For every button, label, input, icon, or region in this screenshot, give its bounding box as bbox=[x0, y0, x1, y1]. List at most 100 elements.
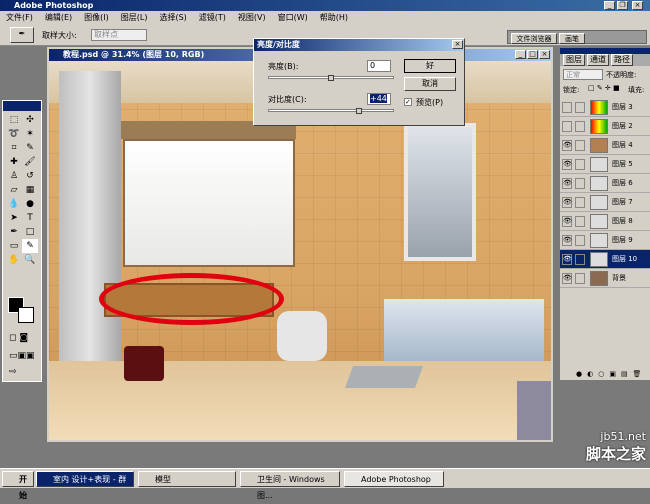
eye-icon[interactable]: 👁 bbox=[562, 216, 572, 227]
link-toggle[interactable] bbox=[575, 102, 585, 113]
brush-tool-icon[interactable]: 🖌 bbox=[22, 155, 38, 169]
menu-help[interactable]: 帮助(H) bbox=[320, 11, 348, 24]
menu-window[interactable]: 窗口(W) bbox=[278, 11, 308, 24]
link-toggle[interactable] bbox=[575, 235, 585, 246]
screen-mode-icon[interactable]: ▭▣▣ bbox=[9, 351, 37, 363]
history-brush-icon[interactable]: ↺ bbox=[22, 169, 38, 183]
lasso-tool-icon[interactable]: ➰ bbox=[6, 127, 22, 141]
contrast-slider-thumb[interactable] bbox=[355, 108, 362, 114]
link-toggle[interactable] bbox=[575, 273, 585, 284]
dialog-close-button[interactable]: × bbox=[452, 40, 463, 49]
eye-icon[interactable]: 👁 bbox=[562, 235, 572, 246]
layer-row[interactable]: 图层 3 bbox=[560, 98, 650, 117]
layer-row[interactable]: 👁 图层 7 bbox=[560, 193, 650, 212]
path-select-icon[interactable]: ➤ bbox=[6, 211, 22, 225]
brightness-slider-thumb[interactable] bbox=[328, 75, 334, 81]
close-button[interactable]: × bbox=[632, 1, 643, 10]
eye-icon[interactable] bbox=[562, 121, 572, 132]
layers-palette: 图层 通道 路径 正常 不透明度: 锁定: □ ✎ ✛ ■ 填充: 图层 3 图层… bbox=[560, 48, 650, 380]
tab-channels[interactable]: 通道 bbox=[587, 54, 609, 66]
link-toggle[interactable] bbox=[575, 254, 585, 265]
blur-tool-icon[interactable]: 💧 bbox=[6, 197, 22, 211]
layer-thumbnail bbox=[590, 119, 608, 134]
link-toggle[interactable] bbox=[575, 216, 585, 227]
layer-row[interactable]: 👁 图层 6 bbox=[560, 174, 650, 193]
menu-layer[interactable]: 图层(L) bbox=[121, 11, 148, 24]
restore-button[interactable]: ❐ bbox=[617, 1, 628, 10]
task-qq-group[interactable]: 室内 设计+表现 - 群 bbox=[36, 471, 134, 487]
link-toggle[interactable] bbox=[575, 121, 585, 132]
eye-icon[interactable]: 👁 bbox=[562, 159, 572, 170]
link-toggle[interactable] bbox=[575, 140, 585, 151]
cancel-button[interactable]: 取消 bbox=[404, 77, 456, 91]
gradient-tool-icon[interactable]: ▦ bbox=[22, 183, 38, 197]
notes-tool-icon[interactable]: ▭ bbox=[6, 239, 22, 253]
sample-size-select[interactable]: 取样点 bbox=[91, 29, 147, 41]
task-folder-models[interactable]: 模型 bbox=[138, 471, 236, 487]
eye-icon[interactable]: 👁 bbox=[562, 140, 572, 151]
eraser-tool-icon[interactable]: ▱ bbox=[6, 183, 22, 197]
layer-row[interactable]: 👁 图层 4 bbox=[560, 136, 650, 155]
stamp-tool-icon[interactable]: ♙ bbox=[6, 169, 22, 183]
tab-paths[interactable]: 路径 bbox=[611, 54, 633, 66]
eyedropper-tool-preset[interactable]: ✒ bbox=[10, 27, 34, 43]
layer-buttons[interactable]: ●◐○▣▤🗑 bbox=[560, 370, 650, 380]
menu-edit[interactable]: 编辑(E) bbox=[45, 11, 72, 24]
marquee-tool-icon[interactable]: ⬚ bbox=[6, 113, 22, 127]
eye-icon[interactable]: 👁 bbox=[562, 254, 572, 265]
doc-maximize-button[interactable]: □ bbox=[527, 50, 538, 59]
shape-tool-icon[interactable]: □ bbox=[22, 225, 38, 239]
layer-row[interactable]: 👁 图层 9 bbox=[560, 231, 650, 250]
task-photoshop[interactable]: Adobe Photoshop bbox=[344, 471, 444, 487]
window bbox=[404, 123, 476, 261]
minimize-button[interactable]: _ bbox=[604, 1, 615, 10]
healing-brush-icon[interactable]: ✚ bbox=[6, 155, 22, 169]
layer-row[interactable]: 图层 2 bbox=[560, 117, 650, 136]
menu-image[interactable]: 图像(I) bbox=[84, 11, 109, 24]
eye-icon[interactable] bbox=[562, 102, 572, 113]
layer-row[interactable]: 👁 图层 8 bbox=[560, 212, 650, 231]
dodge-tool-icon[interactable]: ● bbox=[22, 197, 38, 211]
brightness-input[interactable]: 0 bbox=[367, 60, 391, 72]
lock-icons[interactable]: □ ✎ ✛ ■ bbox=[588, 84, 620, 92]
preview-checkbox[interactable]: ✓ bbox=[404, 98, 412, 106]
tab-layers[interactable]: 图层 bbox=[563, 54, 585, 66]
background-color-swatch[interactable] bbox=[18, 307, 34, 323]
menu-select[interactable]: 选择(S) bbox=[159, 11, 186, 24]
tab-brushes[interactable]: 画笔 bbox=[559, 33, 585, 44]
doc-close-button[interactable]: × bbox=[539, 50, 550, 59]
slice-tool-icon[interactable]: ✎ bbox=[22, 141, 38, 155]
layer-row[interactable]: 👁 图层 5 bbox=[560, 155, 650, 174]
jump-to-imageready-icon[interactable]: ⇨ bbox=[9, 367, 37, 379]
eyedropper-tool-icon[interactable]: ✎ bbox=[22, 239, 38, 253]
hand-tool-icon[interactable]: ✋ bbox=[6, 253, 22, 267]
contrast-input[interactable]: +44 bbox=[367, 93, 391, 105]
layer-name: 图层 9 bbox=[612, 236, 633, 244]
doc-minimize-button[interactable]: _ bbox=[515, 50, 526, 59]
tab-file-browser[interactable]: 文件浏览器 bbox=[511, 33, 557, 44]
link-toggle[interactable] bbox=[575, 178, 585, 189]
blend-mode-select[interactable]: 正常 bbox=[563, 69, 603, 80]
menu-file[interactable]: 文件(F) bbox=[6, 11, 33, 24]
ok-button[interactable]: 好 bbox=[404, 59, 456, 73]
start-button[interactable]: 开始 bbox=[2, 471, 34, 500]
link-toggle[interactable] bbox=[575, 159, 585, 170]
menu-filter[interactable]: 滤镜(T) bbox=[199, 11, 226, 24]
crop-tool-icon[interactable]: ⌗ bbox=[6, 141, 22, 155]
pen-tool-icon[interactable]: ✒ bbox=[6, 225, 22, 239]
quick-mask-icon[interactable]: ◻ ◙ bbox=[9, 333, 37, 345]
contrast-slider[interactable] bbox=[268, 109, 394, 112]
layer-row[interactable]: 👁 图层 10 bbox=[560, 250, 650, 269]
magic-wand-icon[interactable]: ✶ bbox=[22, 127, 38, 141]
zoom-tool-icon[interactable]: 🔍 bbox=[22, 253, 38, 267]
eye-icon[interactable]: 👁 bbox=[562, 178, 572, 189]
task-image-viewer[interactable]: 卫生间 - Windows 图... bbox=[240, 471, 340, 500]
layer-name: 图层 7 bbox=[612, 198, 633, 206]
link-toggle[interactable] bbox=[575, 197, 585, 208]
layer-row[interactable]: 👁 背景 bbox=[560, 269, 650, 288]
eye-icon[interactable]: 👁 bbox=[562, 197, 572, 208]
menu-view[interactable]: 视图(V) bbox=[238, 11, 266, 24]
type-tool-icon[interactable]: T bbox=[22, 211, 38, 225]
eye-icon[interactable]: 👁 bbox=[562, 273, 572, 284]
move-tool-icon[interactable]: ✣ bbox=[22, 113, 38, 127]
